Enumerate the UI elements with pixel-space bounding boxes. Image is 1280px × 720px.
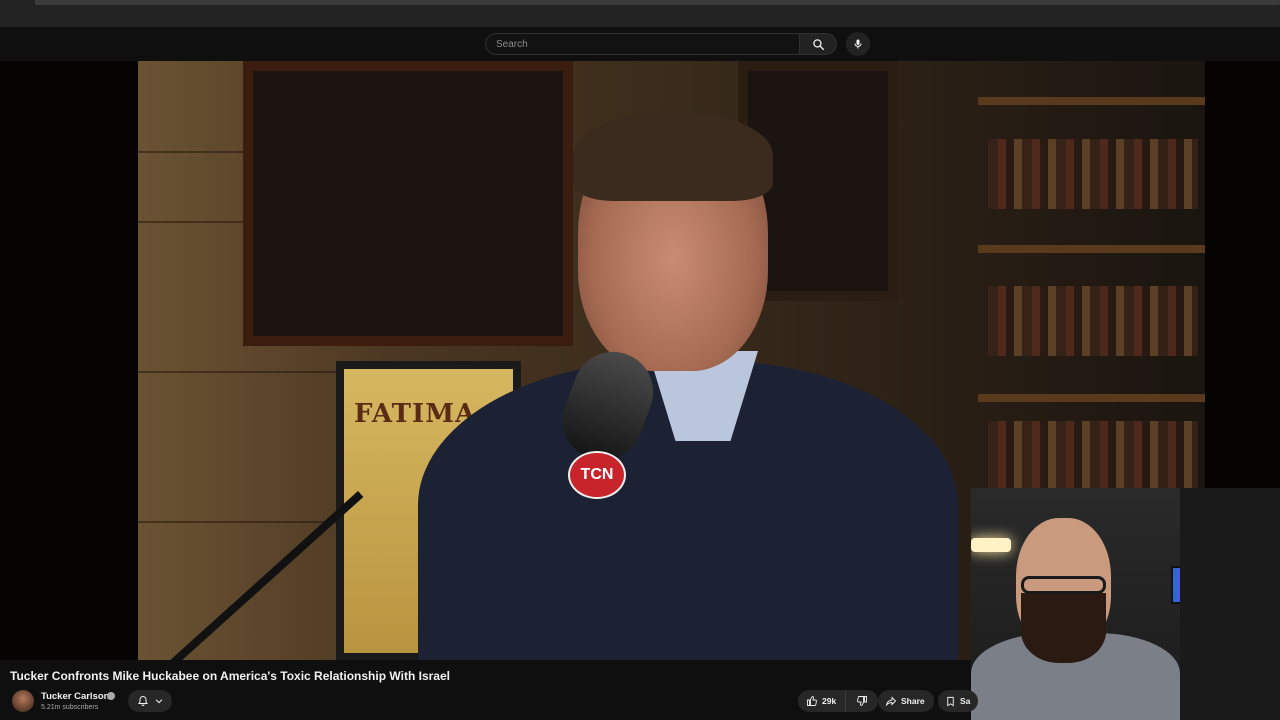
webcam-overlay	[971, 488, 1180, 720]
search-button[interactable]	[799, 33, 837, 55]
verified-badge-icon	[107, 692, 115, 700]
bookshelf	[978, 394, 1205, 402]
subscriber-count: 5.21m subscribers	[41, 704, 99, 711]
channel-avatar[interactable]	[12, 690, 34, 712]
wall-picture-frame	[243, 61, 573, 346]
search-input[interactable]	[486, 34, 799, 55]
mic-logo-text: TCN	[580, 466, 614, 483]
like-count: 29k	[822, 696, 837, 706]
voice-search-button[interactable]	[846, 32, 870, 56]
save-label: Sa	[960, 696, 971, 706]
bookshelf	[978, 97, 1205, 105]
bell-icon	[137, 695, 148, 706]
browser-tab-strip	[0, 0, 1280, 27]
share-label: Share	[901, 696, 925, 706]
books	[988, 421, 1198, 491]
mic-arm	[164, 491, 364, 660]
dislike-button[interactable]	[846, 695, 878, 707]
books	[988, 286, 1198, 356]
streamer-beard	[1021, 593, 1106, 663]
search-icon	[812, 38, 824, 50]
masthead	[0, 27, 1280, 61]
streamer-glasses	[1021, 576, 1106, 594]
thumbs-down-icon	[857, 696, 867, 706]
like-dislike-group: 29k	[798, 690, 878, 712]
books	[988, 139, 1198, 209]
like-button[interactable]: 29k	[798, 690, 846, 712]
bookmark-icon	[947, 696, 954, 706]
thumbs-up-icon	[807, 696, 817, 706]
webcam-lamp	[971, 538, 1011, 552]
video-info: Tucker Confronts Mike Huckabee on Americ…	[0, 660, 978, 720]
search-box	[485, 33, 799, 55]
bookshelf	[978, 245, 1205, 253]
video-title: Tucker Confronts Mike Huckabee on Americ…	[10, 669, 450, 683]
notification-button[interactable]	[128, 690, 172, 712]
webcam-background-tv	[1171, 566, 1180, 604]
mic-logo: TCN	[568, 451, 626, 499]
browser-tab-bar	[35, 0, 1280, 5]
chevron-down-icon	[155, 699, 162, 704]
presenter-hair	[573, 111, 773, 201]
webcam-overlay-edge	[1180, 488, 1280, 720]
microphone-icon	[854, 39, 862, 49]
share-button[interactable]: Share	[878, 690, 934, 712]
share-arrow-icon	[885, 696, 897, 707]
channel-name[interactable]: Tucker Carlson	[41, 691, 109, 702]
save-button[interactable]: Sa	[938, 690, 978, 712]
